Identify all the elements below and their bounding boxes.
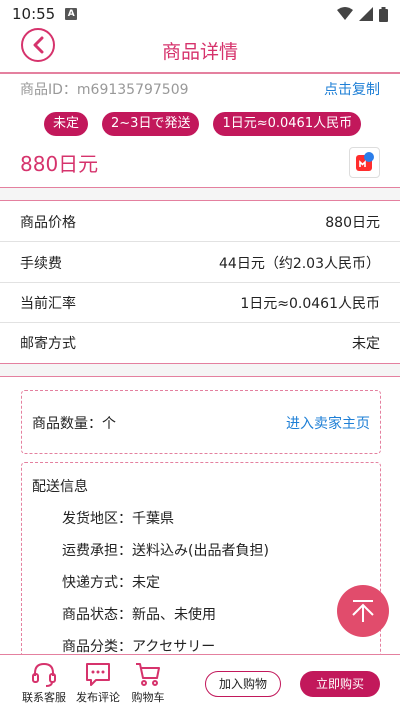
- product-tags: 未定 2~3日で発送 1日元≈0.0461人民币: [44, 112, 362, 136]
- detail-row-fee: 手续费 44日元（约2.03人民币）: [0, 243, 400, 283]
- sim-icon: A: [65, 8, 78, 20]
- shipping-method: 快递方式：未定: [62, 575, 160, 591]
- comment-label: 发布评论: [76, 691, 120, 704]
- detail-value: 44日元（约2.03人民币）: [219, 255, 380, 272]
- buy-now-button[interactable]: 立即购买: [300, 671, 380, 697]
- product-id: 商品ID：m69135797509: [20, 82, 189, 98]
- wifi-icon: [337, 7, 353, 20]
- detail-label: 当前汇率: [20, 295, 76, 312]
- section-divider: [0, 187, 400, 201]
- comment-button[interactable]: 发布评论: [72, 659, 124, 705]
- shipping-origin: 发货地区：千葉県: [62, 511, 174, 527]
- detail-value: 1日元≈0.0461人民币: [240, 295, 380, 312]
- tag-ship-time: 2~3日で発送: [102, 112, 200, 136]
- cart-button[interactable]: 购物车: [122, 659, 174, 705]
- customer-service-button[interactable]: 联系客服: [18, 659, 70, 705]
- product-price: 880日元: [20, 151, 99, 176]
- detail-row-shipping: 邮寄方式 未定: [0, 323, 400, 363]
- arrow-up-icon: [352, 600, 374, 622]
- back-button[interactable]: [21, 28, 55, 62]
- detail-label: 手续费: [20, 255, 62, 272]
- detail-row-rate: 当前汇率 1日元≈0.0461人民币: [0, 283, 400, 323]
- cart-icon: [136, 663, 160, 686]
- status-time: 10:55: [12, 5, 56, 23]
- tag-ship-method: 未定: [44, 112, 89, 136]
- detail-row-price: 商品价格 880日元: [0, 202, 400, 242]
- section-divider: [0, 363, 400, 377]
- item-condition: 商品状态：新品、未使用: [62, 607, 216, 623]
- cart-label: 购物车: [131, 691, 165, 704]
- price-row: 880日元: [0, 145, 400, 179]
- tag-exchange-rate: 1日元≈0.0461人民币: [213, 112, 362, 136]
- bottom-bar: 联系客服 发布评论 购物车 加入购物 立即购买: [0, 654, 400, 711]
- quantity-label: 商品数量：个: [32, 416, 116, 432]
- quantity-box: 商品数量：个 进入卖家主页: [21, 390, 381, 454]
- nav-header: 商品详情: [0, 28, 400, 72]
- shipping-cost: 运费承担：送料込み(出品者負担): [62, 543, 269, 559]
- product-id-row: 商品ID：m69135797509 点击复制: [0, 78, 400, 100]
- add-to-cart-button[interactable]: 加入购物: [205, 671, 281, 697]
- copy-id-button[interactable]: 点击复制: [324, 79, 380, 99]
- comment-icon: [86, 663, 110, 686]
- shipping-info-box: 配送信息 发货地区：千葉県 运费承担：送料込み(出品者負担) 快递方式：未定 商…: [21, 462, 381, 662]
- mercari-logo[interactable]: [349, 146, 380, 178]
- detail-value: 未定: [352, 336, 380, 352]
- detail-value: 880日元: [325, 214, 380, 231]
- battery-icon: [379, 6, 388, 22]
- signal-icon: [359, 7, 373, 21]
- chevron-left-icon: [33, 36, 44, 54]
- status-icons: [337, 6, 388, 22]
- mercari-icon: [355, 152, 374, 171]
- scroll-top-button[interactable]: [337, 585, 389, 637]
- seller-page-link[interactable]: 进入卖家主页: [286, 413, 370, 433]
- header-divider: [0, 72, 400, 74]
- page-title: 商品详情: [161, 40, 238, 63]
- headset-icon: [32, 662, 56, 687]
- quantity-row: 商品数量：个 进入卖家主页: [22, 391, 380, 455]
- status-bar: 10:55 A: [0, 0, 400, 28]
- shipping-title: 配送信息: [32, 479, 88, 495]
- customer-service-label: 联系客服: [22, 691, 66, 704]
- detail-label: 邮寄方式: [20, 336, 76, 352]
- detail-label: 商品价格: [20, 214, 76, 231]
